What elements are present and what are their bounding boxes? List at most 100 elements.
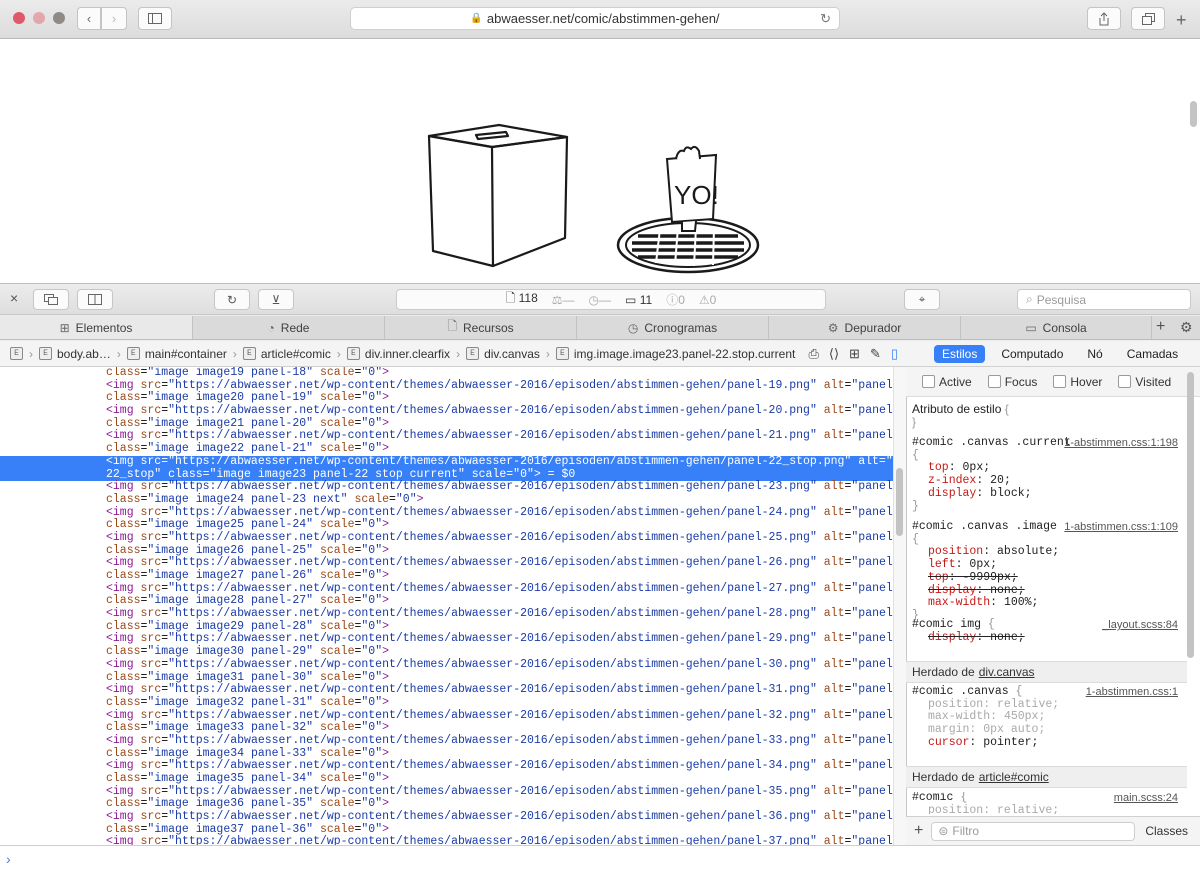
breadcrumb-item[interactable]: Earticle#comic — [237, 347, 337, 361]
inherited-source-link[interactable]: article#comic — [979, 770, 1049, 784]
code-icon[interactable]: ⟨⟩ — [829, 346, 839, 362]
devtools-search-input[interactable]: ⌕ Pesquisa — [1017, 289, 1191, 310]
share-button[interactable] — [1087, 7, 1121, 30]
brush-icon[interactable]: ✎ — [870, 346, 881, 362]
tabs-overview-button[interactable] — [1131, 7, 1165, 30]
element-icon: E — [555, 347, 569, 360]
tab-styles[interactable]: Estilos — [934, 344, 986, 363]
tab-network[interactable]: ◔ Rede — [193, 316, 385, 339]
css-property[interactable]: cursor: pointer; — [912, 736, 1178, 750]
chevron-left-icon: ‹ — [86, 11, 92, 26]
breadcrumb-item[interactable]: Ediv.canvas — [460, 347, 546, 361]
sidebar-panel-icon[interactable]: ▯ — [891, 346, 898, 362]
minimize-window-button[interactable] — [33, 12, 45, 24]
settings-button[interactable]: ⚙ — [1180, 319, 1193, 336]
forward-button[interactable]: › — [101, 7, 127, 30]
css-rule[interactable]: #comic .canvas .current 1-abstimmen.css:… — [912, 436, 1178, 513]
comic-panel-image[interactable]: YO! — [420, 79, 770, 279]
tab-debugger[interactable]: ⚙ Depurador — [769, 316, 961, 339]
close-window-button[interactable] — [13, 12, 25, 24]
breadcrumb-root[interactable]: E — [4, 347, 29, 360]
tab-node[interactable]: Nó — [1079, 345, 1110, 363]
dom-scrollbar[interactable] — [896, 468, 903, 536]
tab-computed[interactable]: Computado — [993, 345, 1071, 363]
speech-bubble-icon: ▭ — [625, 292, 637, 307]
css-property[interactable]: left: 0px; — [912, 558, 1178, 572]
tab-timelines[interactable]: ◷ Cronogramas — [577, 316, 769, 339]
checkbox-box[interactable] — [987, 375, 1001, 388]
reload-page-button[interactable]: ↻ — [214, 289, 250, 310]
reload-icon: ↻ — [226, 292, 238, 307]
dom-node-img[interactable]: <img src="https://abwaesser.net/wp-conte… — [0, 836, 893, 845]
dock-side-button[interactable] — [77, 289, 113, 310]
load-time[interactable]: ◷— — [589, 293, 611, 307]
tab-console[interactable]: ▭ Consola — [961, 316, 1152, 339]
print-icon[interactable]: ⎙ — [808, 346, 818, 362]
browser-titlebar: ‹ › 🔒 abwaesser.net/comic/abstimmen-gehe… — [0, 0, 1200, 39]
css-property[interactable]: max-width: 100%; — [912, 596, 1178, 610]
rule-selector: #comic .canvas .image — [912, 520, 1057, 533]
rule-source-link[interactable]: 1-abstimmen.css:1:109 — [1064, 521, 1178, 534]
dom-node-attributes[interactable]: class="image image22 panel-21" scale="0"… — [0, 442, 893, 456]
rule-selector: #comic img — [912, 618, 982, 631]
css-rule-inherited[interactable]: #comic { main.scss:24 position: relative… — [912, 792, 1178, 814]
tab-elements[interactable]: ⊞ Elementos — [0, 316, 193, 339]
warnings-count[interactable]: ⚠0 — [699, 293, 716, 307]
inherited-source-link[interactable]: div.canvas — [979, 665, 1035, 679]
inspect-element-button[interactable]: ⌖ — [904, 289, 940, 310]
css-rule-inherited[interactable]: #comic .canvas { 1-abstimmen.css:1 posit… — [912, 685, 1178, 750]
reload-icon[interactable]: ↻ — [820, 11, 831, 27]
add-rule-button[interactable]: + — [914, 822, 923, 840]
rule-source-link[interactable]: main.scss:24 — [1114, 792, 1178, 805]
download-archive-button[interactable]: ⊻ — [258, 289, 294, 310]
rule-source-link[interactable]: 1-abstimmen.css:1:198 — [1064, 437, 1178, 450]
add-tab-button[interactable]: + — [1156, 318, 1165, 336]
breadcrumb-item[interactable]: Emain#container — [121, 347, 233, 361]
breadcrumb-item[interactable]: Ebody.ab… — [33, 347, 117, 361]
dom-node-selected[interactable]: <img src="https://abwaesser.net/wp-conte… — [0, 455, 893, 469]
page-scrollbar[interactable] — [1190, 101, 1197, 127]
rule-selector: #comic — [912, 792, 954, 804]
grid-icon[interactable]: ⊞ — [849, 346, 860, 362]
breadcrumb-item[interactable]: Eimg.image.image23.panel-22.stop.current — [550, 347, 801, 361]
sidebar-scrollbar[interactable] — [1187, 372, 1194, 658]
errors-count[interactable]: ⓘ0 — [666, 291, 685, 308]
address-bar[interactable]: 🔒 abwaesser.net/comic/abstimmen-gehen/ ↻ — [350, 7, 840, 30]
active-checkbox[interactable]: Active — [922, 375, 972, 389]
back-button[interactable]: ‹ — [77, 7, 101, 30]
filter-input[interactable]: ⊜ Filtro — [931, 821, 1136, 841]
resources-count[interactable]: 🗋 118 — [506, 289, 538, 310]
breadcrumb-item[interactable]: Ediv.inner.clearfix — [341, 347, 456, 361]
zoom-window-button[interactable] — [53, 12, 65, 24]
css-property[interactable]: display: block; — [912, 487, 1178, 501]
console-prompt[interactable]: › — [0, 845, 1200, 873]
document-icon: 🗋 — [505, 291, 516, 305]
tab-resources[interactable]: 🗋 Recursos — [385, 316, 577, 339]
dom-tree[interactable]: class="image image19 panel-18" scale="0"… — [0, 367, 893, 845]
css-rule[interactable]: #comic .canvas .image 1-abstimmen.css:1:… — [912, 520, 1178, 623]
inherited-header: Herdado de div.canvas — [906, 661, 1187, 683]
activity-viewer[interactable]: 🗋 118 ⚖— ◷— ▭ 11 ⓘ0 ⚠0 — [396, 289, 826, 310]
checkbox-box[interactable] — [1118, 375, 1132, 388]
hover-checkbox[interactable]: Hover — [1053, 375, 1102, 389]
css-property-overridden[interactable]: display: none; — [912, 631, 1178, 645]
dom-scrollbar-track[interactable] — [893, 367, 906, 845]
focus-checkbox[interactable]: Focus — [987, 375, 1037, 389]
checkbox-box[interactable] — [1053, 375, 1067, 388]
resources-size[interactable]: ⚖— — [552, 293, 575, 307]
classes-toggle[interactable]: Classes — [1145, 824, 1188, 838]
checkbox-box[interactable] — [922, 375, 935, 388]
detach-devtools-button[interactable] — [33, 289, 69, 310]
css-property-inherited[interactable]: position: relative; — [912, 804, 1178, 814]
logs-count[interactable]: ▭ 11 — [625, 293, 652, 307]
rule-source-link[interactable]: 1-abstimmen.css:1 — [1086, 686, 1178, 699]
rule-source-link[interactable]: _layout.scss:84 — [1102, 619, 1178, 632]
css-rule[interactable]: #comic img { _layout.scss:84 display: no… — [912, 618, 1178, 645]
new-tab-button[interactable]: + — [1176, 11, 1187, 29]
tab-layers[interactable]: Camadas — [1119, 345, 1186, 363]
sidebar-toggle-button[interactable] — [138, 7, 172, 30]
style-attribute-rule[interactable]: Atributo de estilo {} — [912, 403, 1182, 428]
visited-checkbox[interactable]: Visited — [1118, 375, 1171, 389]
close-devtools-icon[interactable]: × — [10, 290, 18, 306]
elements-icon: ⊞ — [59, 320, 70, 335]
